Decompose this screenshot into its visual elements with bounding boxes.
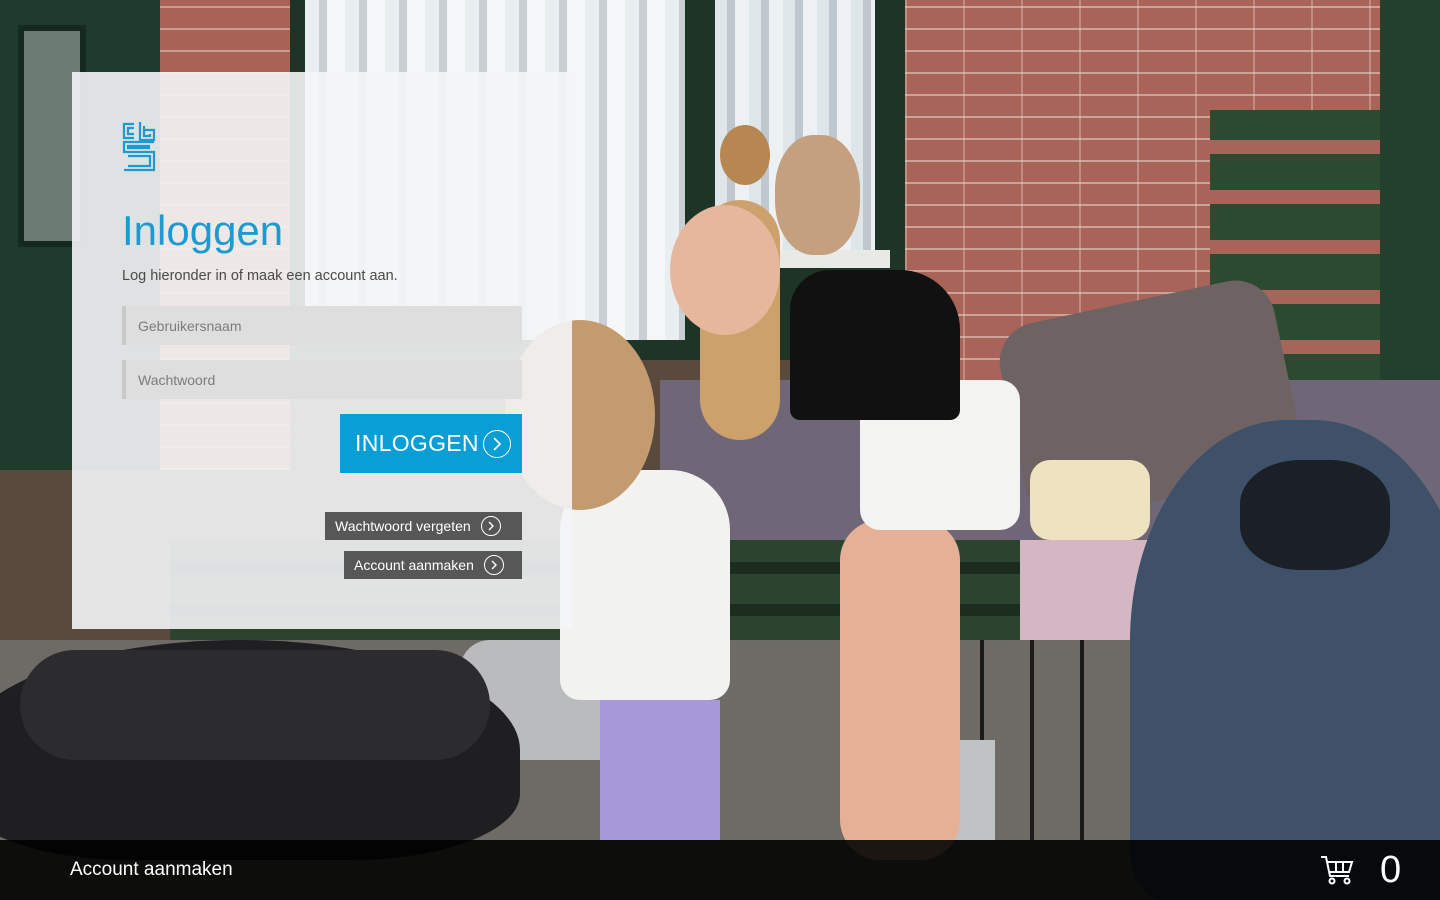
forgot-password-button[interactable]: Wachtwoord vergeten — [325, 512, 522, 540]
create-account-label: Account aanmaken — [354, 557, 474, 573]
forgot-password-label: Wachtwoord vergeten — [335, 518, 471, 534]
chevron-right-circle-icon — [480, 516, 501, 536]
chevron-right-circle-icon — [483, 555, 504, 575]
login-button[interactable]: INLOGGEN — [340, 414, 522, 473]
create-account-button[interactable]: Account aanmaken — [344, 551, 522, 579]
chevron-right-circle-icon — [483, 429, 511, 458]
login-button-label: INLOGGEN — [355, 430, 479, 456]
bottom-bar: Account aanmaken 0 — [0, 840, 1440, 900]
page-title: Inloggen — [122, 207, 284, 254]
password-input[interactable] — [122, 360, 522, 399]
shopping-cart-icon[interactable] — [1320, 854, 1354, 886]
login-subtitle: Log hieronder in of maak een account aan… — [122, 268, 398, 284]
cart-count: 0 — [1380, 849, 1402, 891]
create-account-link[interactable]: Account aanmaken — [70, 858, 233, 882]
cbs-logo-icon — [122, 122, 156, 172]
username-input[interactable] — [122, 306, 522, 345]
